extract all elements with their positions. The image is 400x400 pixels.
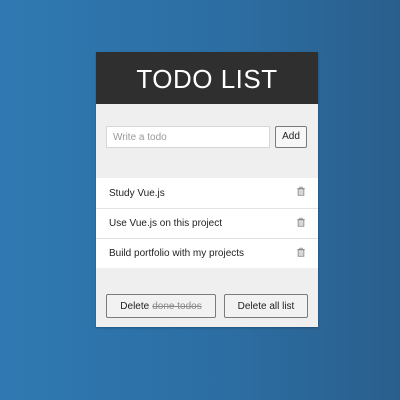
todo-text: Use Vue.js on this project [109, 218, 223, 229]
todo-input[interactable] [106, 126, 270, 148]
todo-list: Study Vue.js Use Vue.js on this project [96, 178, 318, 268]
add-todo-row: Add [106, 125, 308, 149]
trash-icon[interactable] [296, 186, 306, 196]
trash-icon[interactable] [296, 217, 306, 227]
todo-text: Build portfolio with my projects [109, 248, 245, 259]
todo-item: Use Vue.js on this project [96, 208, 318, 238]
footer-actions: Delete done todos Delete all list [106, 294, 308, 318]
header: TODO LIST [96, 52, 318, 104]
todo-item: Build portfolio with my projects [96, 238, 318, 268]
delete-all-list-button[interactable]: Delete all list [224, 294, 308, 318]
todo-item: Study Vue.js [96, 178, 318, 208]
todo-card: TODO LIST Add Study Vue.js Use Vue.js on… [96, 52, 318, 327]
app-title: TODO LIST [136, 63, 278, 94]
add-button[interactable]: Add [275, 126, 307, 148]
todo-text: Study Vue.js [109, 187, 165, 199]
trash-icon[interactable] [296, 247, 306, 257]
delete-prefix: Delete [120, 300, 150, 312]
done-todos-strikethrough: done todos [152, 300, 202, 312]
delete-done-todos-button[interactable]: Delete done todos [106, 294, 216, 318]
